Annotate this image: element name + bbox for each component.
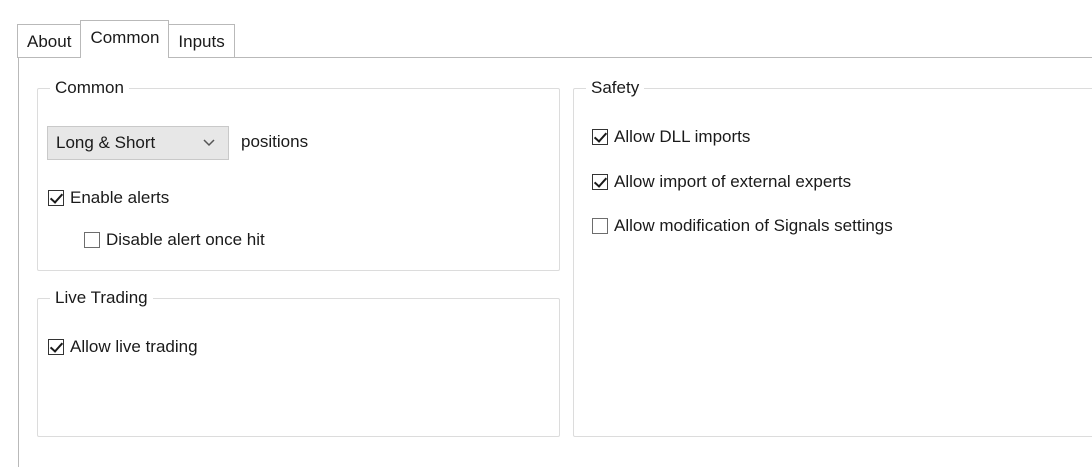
safety-group-title: Safety xyxy=(586,77,645,99)
allow-modification-signals-label: Allow modification of Signals settings xyxy=(614,216,893,235)
allow-import-external-experts-check-icon xyxy=(592,174,608,190)
allow-live-trading-label: Allow live trading xyxy=(70,337,198,356)
allow-modification-signals-checkbox[interactable]: Allow modification of Signals settings xyxy=(592,215,893,237)
allow-import-external-experts-checkbox[interactable]: Allow import of external experts xyxy=(592,171,851,193)
live-trading-group-title: Live Trading xyxy=(50,287,153,309)
allow-live-trading-check-icon xyxy=(48,339,64,355)
positions-select-value: Long & Short xyxy=(56,133,156,152)
disable-alert-once-hit-checkbox[interactable]: Disable alert once hit xyxy=(84,229,265,251)
positions-label: positions xyxy=(241,132,309,151)
allow-dll-imports-label: Allow DLL imports xyxy=(614,127,751,146)
allow-modification-signals-check-icon xyxy=(592,218,608,234)
tab-inputs[interactable]: Inputs xyxy=(168,24,235,58)
live-trading-group: Live Trading xyxy=(37,287,560,437)
allow-live-trading-checkbox[interactable]: Allow live trading xyxy=(48,336,198,358)
tab-common[interactable]: Common xyxy=(80,20,170,58)
allow-import-external-experts-label: Allow import of external experts xyxy=(614,172,852,191)
enable-alerts-label: Enable alerts xyxy=(70,188,170,207)
positions-select[interactable]: Long & Short xyxy=(47,126,229,160)
allow-dll-imports-check-icon xyxy=(592,129,608,145)
tab-about[interactable]: About xyxy=(17,24,82,58)
tab-common-label: Common xyxy=(90,27,160,47)
chevron-down-icon xyxy=(200,134,218,152)
allow-dll-imports-checkbox[interactable]: Allow DLL imports xyxy=(592,126,750,148)
common-group-title: Common xyxy=(50,77,129,99)
tab-strip: About Common Inputs xyxy=(17,20,235,58)
tab-inputs-label: Inputs xyxy=(178,31,225,51)
disable-alert-once-hit-label: Disable alert once hit xyxy=(106,230,265,249)
enable-alerts-checkbox[interactable]: Enable alerts xyxy=(48,187,169,209)
disable-alert-once-hit-check-icon xyxy=(84,232,100,248)
enable-alerts-check-icon xyxy=(48,190,64,206)
tab-about-label: About xyxy=(27,31,72,51)
